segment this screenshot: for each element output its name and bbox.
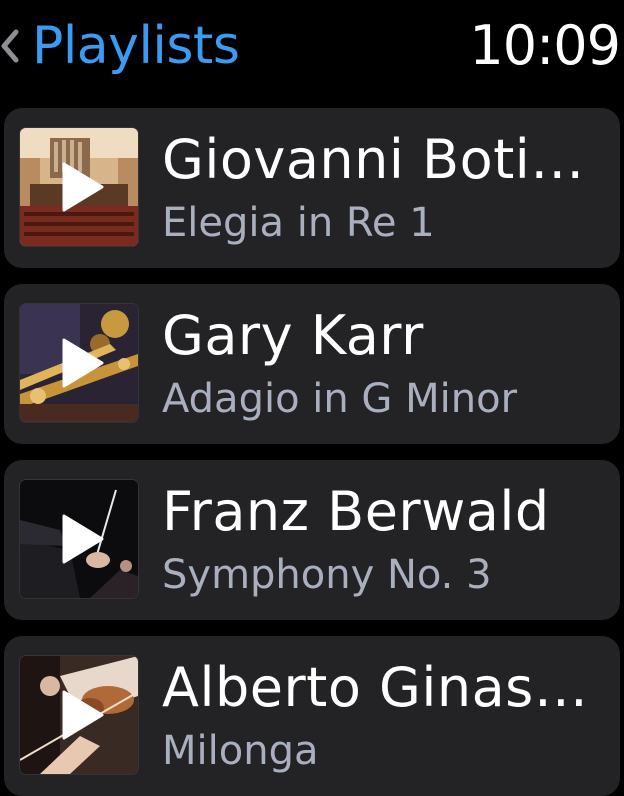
playlist-subtitle: Symphony No. 3	[162, 552, 492, 598]
playlist-item[interactable]: Gary Karr Adagio in G Minor	[4, 284, 620, 444]
playlist-subtitle: Elegia in Re 1	[162, 200, 435, 246]
time-display: 10:09	[469, 14, 621, 77]
album-artwork	[20, 128, 138, 246]
playlist-title: Gary Karr	[162, 304, 424, 367]
page-title[interactable]: Playlists	[32, 14, 240, 78]
playlist-item[interactable]: Alberto Ginas… Milonga	[4, 636, 620, 796]
play-icon	[62, 690, 104, 740]
playlist-item[interactable]: Franz Berwald Symphony No. 3	[4, 460, 620, 620]
album-artwork	[20, 480, 138, 598]
play-icon	[62, 338, 104, 388]
play-icon	[62, 514, 104, 564]
play-icon	[62, 162, 104, 212]
album-artwork	[20, 304, 138, 422]
playlist-title: Alberto Ginas…	[162, 656, 589, 719]
playlist-subtitle: Adagio in G Minor	[162, 376, 518, 422]
album-artwork	[20, 656, 138, 774]
top-bar: Playlists 10:09	[0, 0, 624, 96]
playlist-subtitle: Milonga	[162, 728, 319, 774]
playlist-title: Franz Berwald	[162, 480, 550, 543]
playlist-title: Giovanni Boti…	[162, 128, 585, 191]
chevron-left-icon[interactable]	[0, 28, 22, 64]
playlist-item[interactable]: Giovanni Boti… Elegia in Re 1	[4, 108, 620, 268]
